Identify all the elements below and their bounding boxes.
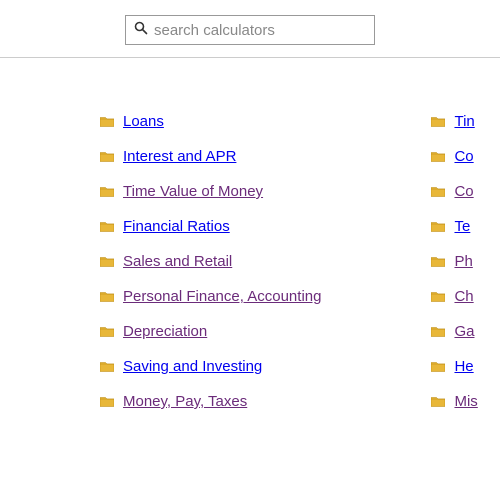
folder-icon <box>100 256 114 267</box>
category-item: Ga <box>431 323 477 340</box>
category-item: Co <box>431 183 477 200</box>
category-item: Time Value of Money <box>100 183 321 200</box>
folder-icon <box>431 186 445 197</box>
category-link[interactable]: Depreciation <box>123 323 207 340</box>
category-item: Saving and Investing <box>100 358 321 375</box>
category-item: Financial Ratios <box>100 218 321 235</box>
folder-icon <box>431 396 445 407</box>
category-item: Money, Pay, Taxes <box>100 393 321 410</box>
category-link[interactable]: Co <box>454 183 473 200</box>
category-link[interactable]: Ph <box>454 253 472 270</box>
category-item: He <box>431 358 477 375</box>
category-link[interactable]: Money, Pay, Taxes <box>123 393 247 410</box>
category-link[interactable]: Ch <box>454 288 473 305</box>
category-link[interactable]: Co <box>454 148 473 165</box>
category-item: Loans <box>100 113 321 130</box>
search-input[interactable] <box>154 22 366 39</box>
category-item: Ch <box>431 288 477 305</box>
category-item: Personal Finance, Accounting <box>100 288 321 305</box>
search-icon <box>134 21 148 40</box>
folder-icon <box>431 151 445 162</box>
folder-icon <box>431 221 445 232</box>
category-link[interactable]: Saving and Investing <box>123 358 262 375</box>
folder-icon <box>100 221 114 232</box>
category-link[interactable]: Personal Finance, Accounting <box>123 288 321 305</box>
search-box[interactable] <box>125 15 375 45</box>
category-column-left: Loans Interest and APR Time Value of Money… <box>100 113 321 410</box>
folder-icon <box>100 186 114 197</box>
folder-icon <box>100 151 114 162</box>
folder-icon <box>100 326 114 337</box>
category-link[interactable]: Time Value of Money <box>123 183 263 200</box>
category-item: Ph <box>431 253 477 270</box>
folder-icon <box>100 291 114 302</box>
category-item: Interest and APR <box>100 148 321 165</box>
folder-icon <box>431 326 445 337</box>
category-link[interactable]: Financial Ratios <box>123 218 230 235</box>
folder-icon <box>431 256 445 267</box>
category-link[interactable]: Te <box>454 218 470 235</box>
folder-icon <box>431 291 445 302</box>
folder-icon <box>100 396 114 407</box>
category-link[interactable]: He <box>454 358 473 375</box>
category-link[interactable]: Tin <box>454 113 474 130</box>
category-item: Mis <box>431 393 477 410</box>
category-link[interactable]: Loans <box>123 113 164 130</box>
category-item: Sales and Retail <box>100 253 321 270</box>
category-link[interactable]: Sales and Retail <box>123 253 232 270</box>
category-item: Tin <box>431 113 477 130</box>
category-item: Co <box>431 148 477 165</box>
category-list: Loans Interest and APR Time Value of Money… <box>0 58 500 410</box>
search-bar <box>0 0 500 58</box>
category-item: Depreciation <box>100 323 321 340</box>
category-link[interactable]: Ga <box>454 323 474 340</box>
folder-icon <box>431 116 445 127</box>
folder-icon <box>431 361 445 372</box>
category-link[interactable]: Mis <box>454 393 477 410</box>
category-link[interactable]: Interest and APR <box>123 148 236 165</box>
folder-icon <box>100 361 114 372</box>
folder-icon <box>100 116 114 127</box>
category-column-right: Tin Co Co Te Ph Ch Ga He Mis <box>431 113 477 410</box>
category-item: Te <box>431 218 477 235</box>
